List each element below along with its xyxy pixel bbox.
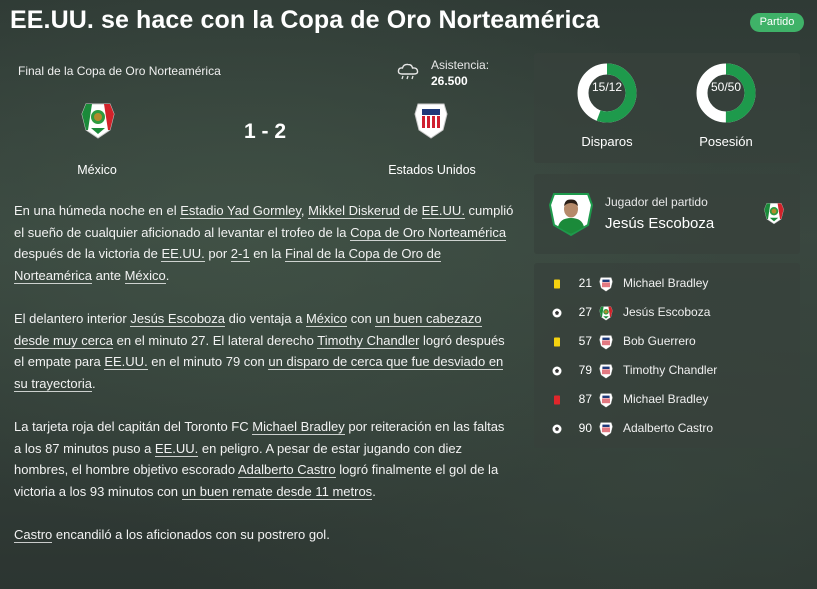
yellow-card-icon (554, 337, 560, 347)
usa-crest-icon[interactable] (411, 100, 451, 140)
report-link[interactable]: un buen remate desde 11 metros (181, 483, 373, 500)
mexico-crest-icon[interactable] (78, 100, 118, 140)
report-paragraph: El delantero interior Jesús Escoboza dio… (14, 311, 505, 392)
competition-label[interactable]: Final de la Copa de Oro Norteamérica (18, 64, 221, 78)
mexico-crest-icon (598, 305, 614, 321)
report-link[interactable]: Timothy Chandler (317, 332, 420, 349)
shots-value: 15/12 (591, 80, 623, 94)
ball-icon (552, 424, 562, 434)
report-link[interactable]: EE.UU. (421, 203, 465, 219)
report-link[interactable]: 2-1 (230, 246, 250, 262)
event-row[interactable]: 79 Timothy Chandler (534, 357, 800, 386)
player-of-match-panel[interactable]: Jugador del partido Jesús Escoboza (534, 174, 800, 254)
match-header: Final de la Copa de Oro Norteamérica Asi… (0, 56, 520, 186)
event-minute: 90 (578, 421, 592, 435)
home-team-name[interactable]: México (27, 163, 167, 177)
shots-label: Disparos (581, 134, 633, 149)
usa-crest-icon (598, 392, 614, 408)
event-minute: 27 (578, 305, 592, 319)
report-link[interactable]: EE.UU. (161, 246, 205, 262)
usa-crest-icon (598, 276, 614, 292)
usa-crest-icon (598, 421, 614, 437)
match-events-panel: 21 Michael Bradley 27 Jesús Escoboza 57 Bob G… (534, 263, 800, 448)
match-badge[interactable]: Partido (750, 13, 804, 32)
player-avatar[interactable] (548, 191, 594, 237)
away-team-name[interactable]: Estados Unidos (362, 163, 502, 177)
possession-label: Posesión (699, 134, 753, 149)
event-row[interactable]: 90 Adalberto Castro (534, 415, 800, 444)
report-link[interactable]: Adalberto Castro (238, 462, 336, 478)
report-paragraph: Castro encandiló a los aficionados con s… (14, 527, 330, 543)
report-link[interactable]: México (124, 267, 166, 284)
match-stats-panel: 15/12 50/50 Disparos Posesión (534, 53, 800, 163)
event-player-name[interactable]: Michael Bradley (623, 392, 708, 406)
report-link[interactable]: Castro (14, 527, 53, 543)
event-player-name[interactable]: Bob Guerrero (623, 334, 696, 348)
report-paragraph: En una húmeda noche en el Estadio Yad Go… (14, 203, 514, 284)
event-row[interactable]: 27 Jesús Escoboza (534, 299, 800, 328)
report-link[interactable]: Michael Bradley (252, 419, 345, 435)
possession-value: 50/50 (710, 80, 742, 94)
report-link[interactable]: Jesús Escoboza (130, 311, 226, 327)
mexico-crest-icon (762, 201, 786, 225)
event-player-name[interactable]: Michael Bradley (623, 276, 708, 290)
report-link[interactable]: México (305, 311, 348, 327)
report-link[interactable]: EE.UU. (154, 440, 199, 457)
event-player-name[interactable]: Adalberto Castro (623, 421, 713, 435)
attendance-value: 26.500 (431, 74, 468, 88)
event-row[interactable]: 57 Bob Guerrero (534, 328, 800, 357)
ball-icon (552, 308, 562, 318)
event-minute: 57 (578, 334, 592, 348)
report-link[interactable]: Final de la Copa de Oro de Norteamérica (14, 246, 442, 284)
report-link[interactable]: EE.UU. (104, 354, 148, 370)
usa-crest-icon (598, 334, 614, 350)
report-paragraph: La tarjeta roja del capitán del Toronto … (14, 419, 505, 500)
ball-icon (552, 366, 562, 376)
usa-crest-icon (598, 363, 614, 379)
event-minute: 79 (578, 363, 592, 377)
match-score: 1 - 2 (243, 120, 287, 143)
report-link[interactable]: un disparo de cerca que fue desviado en … (14, 354, 504, 392)
cloud-rain-icon (397, 63, 419, 80)
potm-player-name[interactable]: Jesús Escoboza (605, 215, 714, 232)
event-minute: 87 (578, 392, 592, 406)
event-player-name[interactable]: Jesús Escoboza (623, 305, 710, 319)
report-link[interactable]: Mikkel Diskerud (308, 203, 400, 219)
yellow-card-icon (554, 279, 560, 289)
report-link[interactable]: Estadio Yad Gormley (180, 203, 301, 219)
event-row[interactable]: 21 Michael Bradley (534, 270, 800, 299)
match-report: En una húmeda noche en el Estadio Yad Go… (14, 200, 514, 546)
red-card-icon (554, 395, 560, 405)
event-row[interactable]: 87 Michael Bradley (534, 386, 800, 415)
event-minute: 21 (578, 276, 592, 290)
report-link[interactable]: Copa de Oro Norteamérica (350, 224, 507, 241)
attendance-label: Asistencia: (431, 58, 490, 72)
page-title: EE.UU. se hace con la Copa de Oro Nortea… (10, 6, 600, 34)
potm-label: Jugador del partido (605, 195, 708, 209)
event-player-name[interactable]: Timothy Chandler (623, 363, 717, 377)
